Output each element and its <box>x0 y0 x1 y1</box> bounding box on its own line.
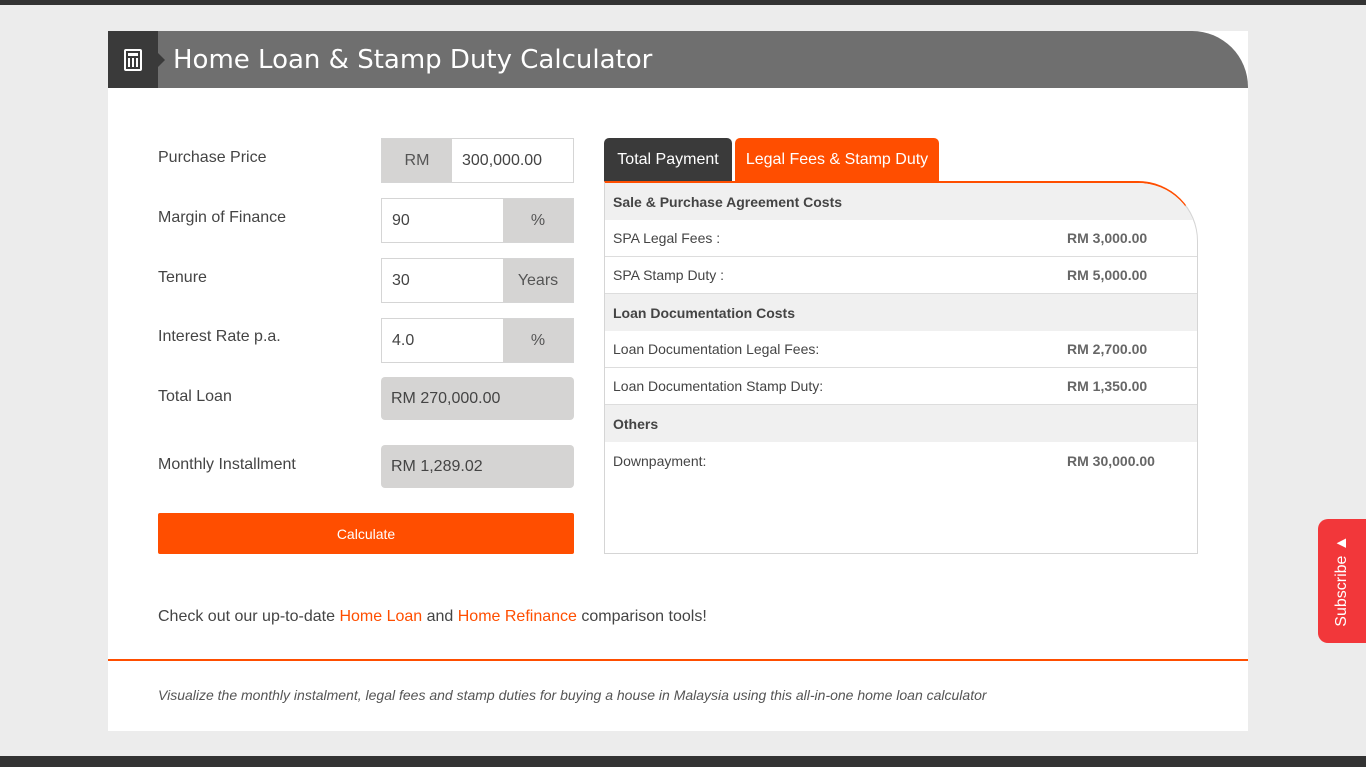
calculator-icon <box>108 31 165 88</box>
promo-mid: and <box>422 608 458 625</box>
margin-input[interactable]: 90 <box>382 199 503 242</box>
total-loan-value: RM 270,000.00 <box>381 377 574 420</box>
fee-label: SPA Stamp Duty : <box>613 267 725 283</box>
percent-suffix: % <box>503 199 573 242</box>
tenure-label: Tenure <box>158 269 207 286</box>
section-title: Others <box>613 415 659 432</box>
fee-label: Downpayment: <box>613 452 707 469</box>
fee-amount: RM 1,350.00 <box>1067 378 1148 394</box>
margin-label: Margin of Finance <box>158 209 287 226</box>
interest-field[interactable]: 4.0 % <box>381 318 574 363</box>
home-loan-link[interactable]: Home Loan <box>339 608 422 625</box>
tenure-field[interactable]: 30 Years <box>381 258 574 303</box>
bottom-bar <box>0 756 1366 767</box>
home-refinance-link[interactable]: Home Refinance <box>458 608 577 625</box>
promo-pre: Check out our up-to-date <box>158 608 340 625</box>
margin-field[interactable]: 90 % <box>381 198 574 243</box>
monthly-label: Monthly Installment <box>158 456 296 473</box>
interest-label: Interest Rate p.a. <box>158 328 281 345</box>
header: Home Loan & Stamp Duty Calculator <box>108 31 1248 88</box>
fees-panel: Sale & Purchase Agreement Costs SPA Lega… <box>604 181 1198 554</box>
monthly-value: RM 1,289.02 <box>381 445 574 488</box>
fee-label: Loan Documentation Stamp Duty: <box>613 378 824 394</box>
subscribe-label: Subscribe ▲ <box>1333 535 1350 627</box>
tab-total-payment[interactable]: Total Payment <box>604 138 732 182</box>
footer-description: Visualize the monthly instalment, legal … <box>158 687 987 703</box>
fee-row: SPA Legal Fees : RM 3,000.00 <box>605 220 1197 257</box>
section-spa: Sale & Purchase Agreement Costs <box>605 183 1197 220</box>
tab-legal-fees[interactable]: Legal Fees & Stamp Duty <box>735 138 939 182</box>
section-title: Sale & Purchase Agreement Costs <box>613 193 843 210</box>
fee-amount: RM 2,700.00 <box>1067 341 1148 357</box>
purchase-price-field[interactable]: RM 300,000.00 <box>381 138 574 183</box>
fee-row: Loan Documentation Stamp Duty: RM 1,350.0… <box>605 368 1197 405</box>
section-others: Others <box>605 405 1197 442</box>
fee-label: SPA Legal Fees : <box>613 230 721 246</box>
fee-amount: RM 30,000.00 <box>1067 452 1155 469</box>
interest-input[interactable]: 4.0 <box>382 319 503 362</box>
years-suffix: Years <box>503 259 573 302</box>
page-title: Home Loan & Stamp Duty Calculator <box>173 45 653 75</box>
fee-row: SPA Stamp Duty : RM 5,000.00 <box>605 257 1197 294</box>
calculate-button[interactable]: Calculate <box>158 513 574 554</box>
tenure-input[interactable]: 30 <box>382 259 503 302</box>
percent-suffix: % <box>503 319 573 362</box>
calculator-card: Home Loan & Stamp Duty Calculator Purcha… <box>108 31 1248 731</box>
total-loan-label: Total Loan <box>158 388 232 405</box>
currency-prefix: RM <box>382 139 452 182</box>
fee-row: Loan Documentation Legal Fees: RM 2,700.0… <box>605 331 1197 368</box>
purchase-price-input[interactable]: 300,000.00 <box>452 139 573 182</box>
top-bar <box>0 0 1366 5</box>
subscribe-button[interactable]: Subscribe ▲ <box>1318 519 1366 643</box>
fee-row: Downpayment: RM 30,000.00 <box>605 442 1197 479</box>
section-loan: Loan Documentation Costs <box>605 294 1197 331</box>
purchase-price-label: Purchase Price <box>158 149 267 166</box>
promo-text: Check out our up-to-date Home Loan and H… <box>158 608 707 626</box>
fee-amount: RM 3,000.00 <box>1067 230 1148 246</box>
fee-label: Loan Documentation Legal Fees: <box>613 341 820 357</box>
fee-amount: RM 5,000.00 <box>1067 267 1148 283</box>
section-title: Loan Documentation Costs <box>613 304 796 321</box>
promo-post: comparison tools! <box>576 608 707 625</box>
divider <box>108 659 1248 661</box>
